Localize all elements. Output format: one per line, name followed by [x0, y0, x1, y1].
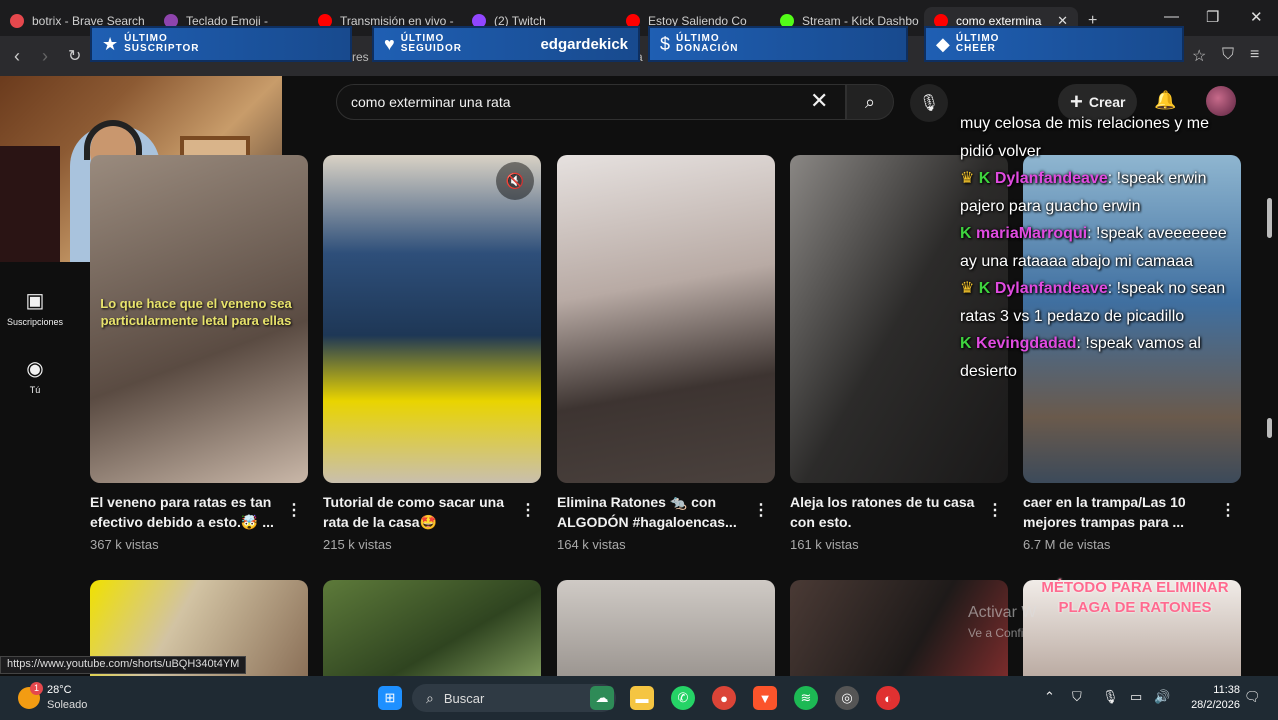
clear-search-icon[interactable]: ✕ — [810, 88, 828, 114]
status-url: https://www.youtube.com/shorts/uBQH340t4… — [0, 656, 247, 674]
brave-icon[interactable]: ▼ — [753, 686, 777, 710]
more-options-icon[interactable]: ⋮ — [753, 500, 769, 520]
short-thumbnail[interactable] — [557, 155, 775, 483]
windows-start-icon[interactable]: ⊞ — [378, 686, 402, 710]
chat-message: muy celosa de mis relaciones y me pidió … — [960, 115, 1209, 160]
search-input[interactable]: como exterminar una rata — [336, 84, 846, 120]
chat-message: ♛ K Dylanfandeave: !speak no sean ratas … — [960, 280, 1226, 325]
back-icon[interactable]: ‹ — [14, 46, 20, 67]
kick-icon: K — [978, 170, 991, 187]
short-title[interactable]: Aleja los ratones de tu casa con esto. — [790, 492, 990, 532]
file-explorer-icon[interactable]: ▬ — [630, 686, 654, 710]
menu-icon[interactable]: ≡ — [1250, 46, 1259, 64]
chat-message: ♛ K Dylanfandeave: !speak erwin pajero p… — [960, 170, 1207, 215]
url-fragment[interactable]: res — [352, 50, 369, 64]
microphone-icon[interactable]: 🎙 — [1102, 689, 1119, 705]
obs-icon[interactable]: ◎ — [835, 686, 859, 710]
bookmark-icon[interactable]: ☆ — [1192, 46, 1206, 66]
brave-icon — [10, 14, 24, 28]
shield-icon[interactable]: ⛉ — [1072, 689, 1082, 705]
network-icon[interactable]: ▭ — [1130, 689, 1142, 705]
chrome-icon[interactable]: ● — [712, 686, 736, 710]
close-window-icon[interactable]: ✕ — [1250, 8, 1263, 26]
spotify-icon[interactable]: ≋ — [794, 686, 818, 710]
short-views: 6.7 M de vistas — [1023, 537, 1111, 552]
chat-message: K mariaMarroqui: !speak aveeeeeee ay una… — [960, 225, 1227, 270]
search-icon: ⌕ — [426, 689, 434, 706]
app-icon[interactable]: ◐ — [876, 686, 900, 710]
widget-icon[interactable]: ☁ — [590, 686, 614, 710]
weather-condition: Soleado — [47, 699, 88, 711]
taskbar-search[interactable]: ⌕ Buscar — [412, 684, 616, 712]
more-options-icon[interactable]: ⋮ — [520, 500, 536, 520]
you-icon: ◉ — [26, 358, 44, 380]
more-options-icon[interactable]: ⋮ — [286, 500, 302, 520]
short-views: 215 k vistas — [323, 537, 392, 552]
short-title[interactable]: Tutorial de como sacar una rata de la cas… — [323, 492, 523, 532]
whatsapp-icon[interactable]: ✆ — [671, 686, 695, 710]
overlay-last-cheer: ◆ ÚLTIMO CHEER — [924, 26, 1184, 62]
forward-icon[interactable]: › — [42, 46, 48, 67]
maximize-icon[interactable]: ❐ — [1206, 8, 1219, 26]
stream-chat-overlay: muy celosa de mis relaciones y me pidió … — [960, 110, 1230, 385]
short-views: 161 k vistas — [790, 537, 859, 552]
subscriptions-icon: ▣ — [25, 290, 45, 312]
notifications-icon[interactable]: 🔔 — [1154, 90, 1176, 111]
more-options-icon[interactable]: ⋮ — [987, 500, 1003, 520]
weather-temp: 28°C — [47, 684, 72, 696]
clock[interactable]: 11:38 28/2/2026 — [1184, 683, 1240, 713]
short-thumbnail[interactable] — [323, 580, 541, 680]
thumbnail-caption: Lo que hace que el veneno sea particular… — [100, 296, 292, 328]
heart-icon: ♥ — [384, 33, 395, 54]
minimize-icon[interactable]: — — [1164, 8, 1179, 25]
kick-icon: K — [960, 335, 972, 352]
reload-icon[interactable]: ↻ — [68, 46, 81, 66]
overlay-last-donation: $ ÚLTIMO DONACIÓN — [648, 26, 908, 62]
overlay-last-subscriber: ★ ÚLTIMO SUSCRIPTOR — [90, 26, 352, 62]
volume-icon[interactable]: 🔊 — [1154, 689, 1170, 705]
crown-icon: ♛ — [960, 170, 975, 187]
crown-icon: ♛ — [960, 280, 975, 297]
short-title[interactable]: El veneno para ratas es tan efectivo debi… — [90, 492, 290, 532]
voice-search-button[interactable]: 🎙 — [910, 84, 948, 122]
notification-badge: 1 — [30, 682, 43, 695]
sidebar-item-you[interactable]: ◉ Tú — [0, 356, 70, 395]
short-thumbnail[interactable] — [323, 155, 541, 483]
thumbnail-caption: MÉTODO PARA ELIMINAR PLAGA DE RATONES — [1041, 579, 1229, 616]
search-icon: ⌕ — [864, 91, 876, 112]
short-title[interactable]: caer en la trampa/Las 10 mejores trampas … — [1023, 492, 1223, 532]
microphone-icon: 🎙 — [918, 95, 940, 112]
short-views: 367 k vistas — [90, 537, 159, 552]
short-title[interactable]: Elimina Ratones 🐀 con ALGODÓN #hagaloenca… — [557, 492, 757, 532]
search-button[interactable]: ⌕ — [846, 84, 894, 120]
sidebar-item-subscriptions[interactable]: ▣ Suscripciones — [0, 288, 70, 327]
chevron-up-icon[interactable]: ⌃ — [1044, 689, 1055, 705]
diamond-icon: ◆ — [936, 33, 950, 54]
activation-watermark-sub: Ve a Confi — [968, 626, 1024, 640]
brave-shield-icon[interactable]: ⛉ — [1222, 46, 1234, 64]
short-thumbnail[interactable] — [557, 580, 775, 680]
muted-speaker-icon: 🔇 — [505, 173, 525, 190]
notifications-icon[interactable]: 🗨 — [1244, 689, 1261, 705]
kick-icon: K — [978, 280, 991, 297]
star-icon: ★ — [102, 33, 119, 54]
kick-icon: K — [960, 225, 972, 242]
scrollbar[interactable] — [1266, 80, 1274, 676]
short-views: 164 k vistas — [557, 537, 626, 552]
activation-watermark: Activar W — [968, 604, 1037, 621]
chat-message: K Kevingdadad: !speak vamos al desierto — [960, 335, 1201, 380]
dollar-icon: $ — [660, 33, 671, 54]
overlay-last-follower: ♥ ÚLTIMO SEGUIDOR edgardekick — [372, 26, 640, 62]
more-options-icon[interactable]: ⋮ — [1220, 500, 1236, 520]
mute-button[interactable]: 🔇 — [496, 162, 534, 200]
